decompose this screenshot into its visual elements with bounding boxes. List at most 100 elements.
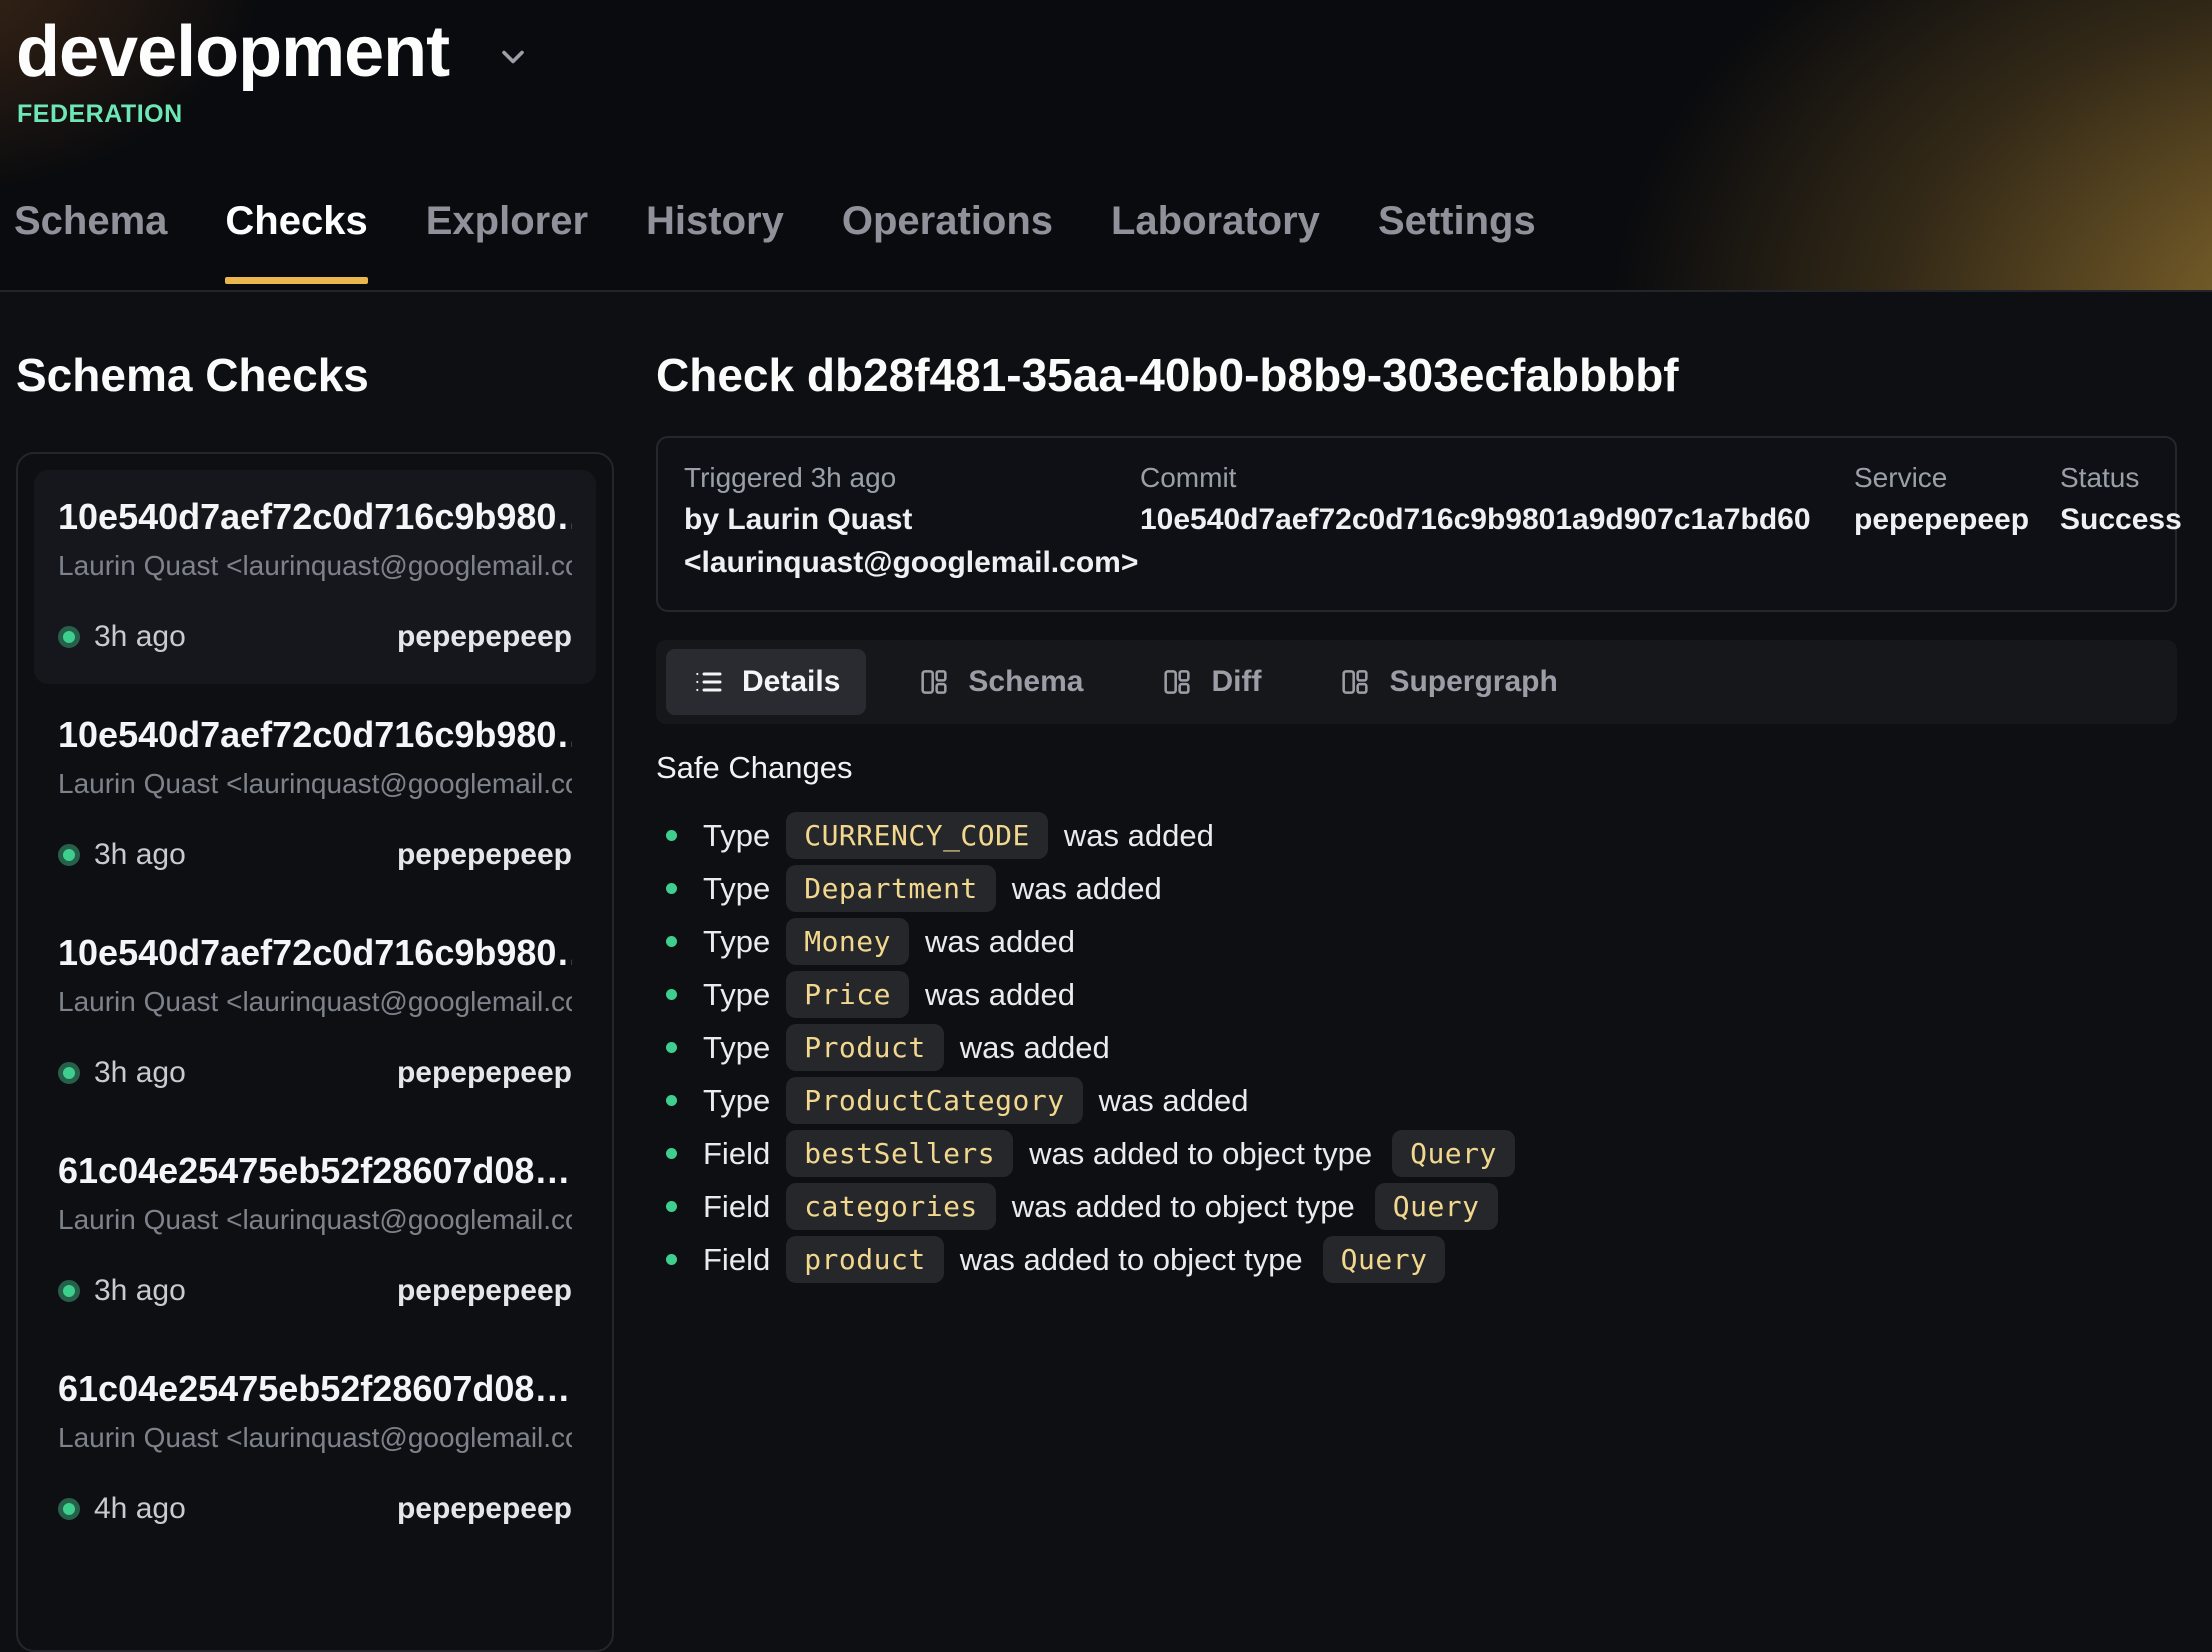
change-kind: Type [703, 1030, 770, 1066]
nav-tab[interactable]: Laboratory [1111, 199, 1320, 290]
detail-tab[interactable]: Diff [1135, 649, 1287, 715]
change-suffix: was added to object type [960, 1242, 1303, 1278]
check-id: 61c04e25475eb52f28607d08… [58, 1368, 572, 1410]
nav-tab[interactable]: Explorer [426, 199, 588, 290]
change-code-chip: categories [786, 1183, 996, 1230]
detail-tab-label: Diff [1211, 665, 1261, 699]
project-type-badge: FEDERATION [17, 100, 2212, 129]
changes-list: Type CURRENCY_CODE was added Type Depart… [656, 812, 2177, 1283]
chevron-down-icon[interactable] [495, 39, 531, 75]
bullet-icon [666, 1095, 677, 1106]
nav-tab[interactable]: Checks [225, 199, 367, 290]
check-time: 3h ago [58, 1274, 186, 1308]
change-kind: Field [703, 1189, 770, 1225]
check-id: 10e540d7aef72c0d716c9b980… [58, 714, 572, 756]
check-author: Laurin Quast <laurinquast@googlemail.co… [58, 1422, 572, 1454]
columns-icon [1161, 666, 1193, 698]
change-item: Type Department was added [656, 865, 2177, 912]
change-suffix: was added to object type [1012, 1189, 1355, 1225]
change-item: Type Price was added [656, 971, 2177, 1018]
check-list-item[interactable]: 10e540d7aef72c0d716c9b980… Laurin Quast … [34, 688, 596, 902]
nav-tab[interactable]: History [646, 199, 784, 290]
check-time-label: 4h ago [94, 1492, 186, 1526]
check-id: 10e540d7aef72c0d716c9b980… [58, 932, 572, 974]
meta-service: Service pepepepeep [1854, 458, 2060, 584]
change-kind: Type [703, 977, 770, 1013]
detail-tab[interactable]: Schema [892, 649, 1109, 715]
columns-icon [918, 666, 950, 698]
change-target-chip: Query [1375, 1183, 1498, 1230]
change-kind: Field [703, 1136, 770, 1172]
change-item: Field bestSellers was added to object ty… [656, 1130, 2177, 1177]
check-time-label: 3h ago [94, 1274, 186, 1308]
header: development FEDERATION Schema Checks Exp… [0, 0, 2212, 292]
commit-label: Commit [1140, 458, 1854, 498]
status-label: Status [2060, 458, 2182, 498]
bullet-icon [666, 1042, 677, 1053]
change-kind: Type [703, 818, 770, 854]
change-suffix: was added [1099, 1083, 1249, 1119]
check-list-item[interactable]: 10e540d7aef72c0d716c9b980… Laurin Quast … [34, 906, 596, 1120]
detail-tab-label: Details [742, 665, 840, 699]
detail-tabs: Details Schema [656, 640, 2177, 724]
change-item: Type ProductCategory was added [656, 1077, 2177, 1124]
change-code-chip: Money [786, 918, 909, 965]
detail-tab[interactable]: Details [666, 649, 866, 715]
change-item: Field categories was added to object typ… [656, 1183, 2177, 1230]
check-author: Laurin Quast <laurinquast@googlemail.co… [58, 986, 572, 1018]
service-label: Service [1854, 458, 2060, 498]
nav-tabs: Schema Checks Explorer History Operation… [14, 199, 1536, 290]
main-panel: Check db28f481-35aa-40b0-b8b9-303ecfabbb… [656, 348, 2177, 1474]
change-kind: Type [703, 924, 770, 960]
change-kind: Field [703, 1242, 770, 1278]
meta-triggered: Triggered 3h ago by Laurin Quast <laurin… [684, 458, 1140, 584]
success-dot-icon [58, 844, 80, 866]
check-id: 61c04e25475eb52f28607d08… [58, 1150, 572, 1192]
change-target-chip: Query [1392, 1130, 1515, 1177]
check-list-item[interactable]: 61c04e25475eb52f28607d08… Laurin Quast <… [34, 1124, 596, 1338]
check-list-item[interactable]: 10e540d7aef72c0d716c9b980… Laurin Quast … [34, 470, 596, 684]
change-item: Type CURRENCY_CODE was added [656, 812, 2177, 859]
change-code-chip: Department [786, 865, 996, 912]
nav-tab[interactable]: Schema [14, 199, 167, 290]
check-meta-box: Triggered 3h ago by Laurin Quast <laurin… [656, 436, 2177, 612]
bullet-icon [666, 1148, 677, 1159]
nav-tab[interactable]: Operations [842, 199, 1053, 290]
change-code-chip: bestSellers [786, 1130, 1013, 1177]
change-code-chip: ProductCategory [786, 1077, 1082, 1124]
detail-tab[interactable]: Supergraph [1313, 649, 1583, 715]
section-title: Safe Changes [656, 750, 2177, 786]
check-service: pepepepeep [397, 1274, 572, 1308]
success-dot-icon [58, 1498, 80, 1520]
workspace-selector[interactable]: development [0, 0, 2212, 88]
check-service: pepepepeep [397, 1492, 572, 1526]
columns-icon [1339, 666, 1371, 698]
bullet-icon [666, 936, 677, 947]
change-kind: Type [703, 871, 770, 907]
bullet-icon [666, 989, 677, 1000]
check-author: Laurin Quast <laurinquast@googlemail.co… [58, 1204, 572, 1236]
check-author: Laurin Quast <laurinquast@googlemail.co… [58, 550, 572, 582]
change-target-chip: Query [1323, 1236, 1446, 1283]
check-meta-row: 3h ago pepepepeep [58, 620, 572, 654]
sidebar: Schema Checks 10e540d7aef72c0d716c9b980…… [16, 348, 614, 1474]
check-author: Laurin Quast <laurinquast@googlemail.co… [58, 768, 572, 800]
status-value: Success [2060, 498, 2182, 541]
list-icon [692, 666, 724, 698]
workspace-title[interactable]: development [16, 16, 449, 88]
detail-tab-label: Schema [968, 665, 1083, 699]
page-title: Check db28f481-35aa-40b0-b8b9-303ecfabbb… [656, 348, 2177, 402]
check-list-item[interactable]: 61c04e25475eb52f28607d08… Laurin Quast <… [34, 1342, 596, 1556]
nav-tab[interactable]: Settings [1378, 199, 1536, 290]
change-item: Field product was added to object type Q… [656, 1236, 2177, 1283]
bullet-icon [666, 883, 677, 894]
check-time-label: 3h ago [94, 838, 186, 872]
check-id: 10e540d7aef72c0d716c9b980… [58, 496, 572, 538]
bullet-icon [666, 1254, 677, 1265]
triggered-label: Triggered 3h ago [684, 458, 1140, 498]
check-time-label: 3h ago [94, 620, 186, 654]
check-service: pepepepeep [397, 1056, 572, 1090]
check-time: 4h ago [58, 1492, 186, 1526]
bullet-icon [666, 830, 677, 841]
change-suffix: was added [925, 977, 1075, 1013]
